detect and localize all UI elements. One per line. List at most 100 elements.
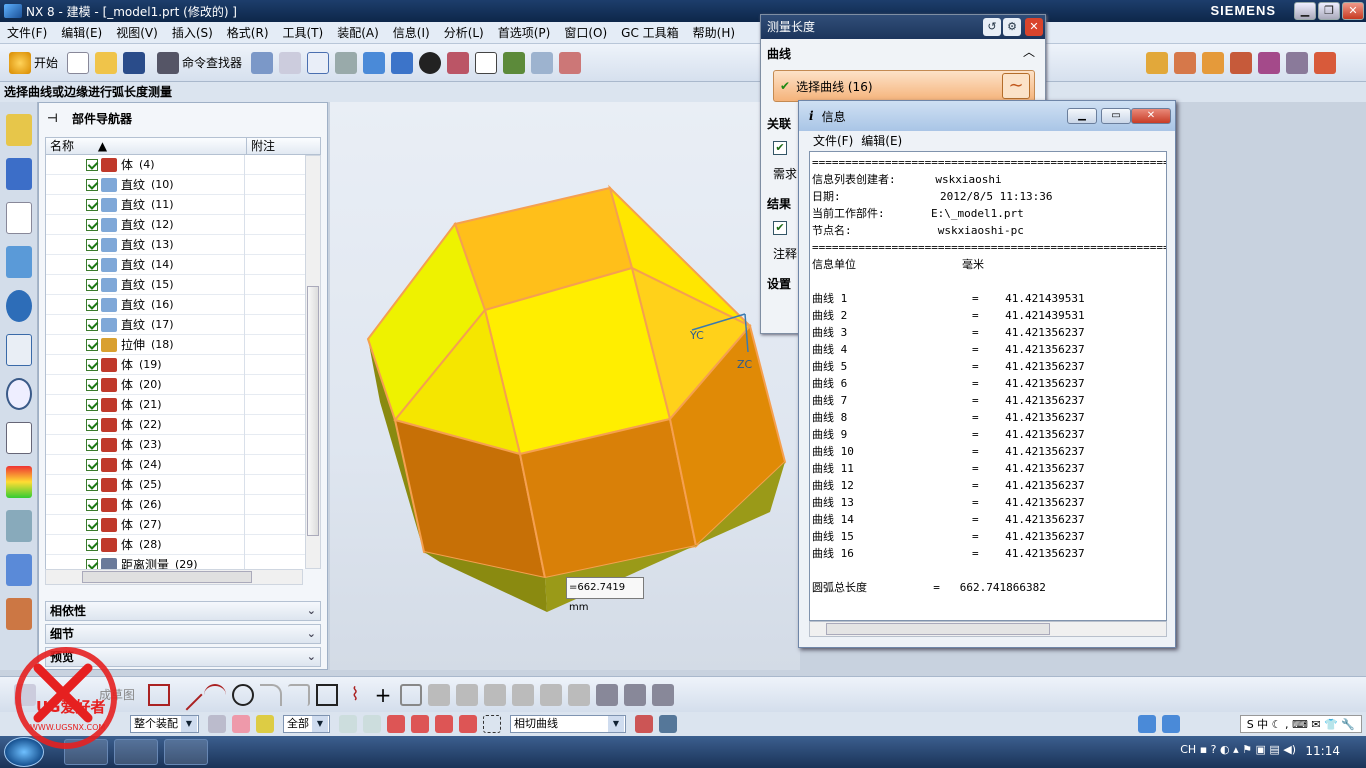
layer-filter-combo[interactable]: 全部 [283,715,330,733]
point-icon[interactable]: + [372,684,394,706]
assembly-navigator-icon[interactable] [5,114,32,146]
tree-row[interactable]: 直纹 (12) [46,215,305,235]
start-button[interactable]: 开始 [0,49,64,77]
follow-fillet-icon[interactable] [659,715,677,733]
pin-icon[interactable]: ⊣ [47,111,58,125]
info-resource-icon[interactable] [5,290,32,322]
minimize-icon[interactable]: ▁ [1294,2,1316,20]
arc-icon[interactable] [204,683,227,706]
assembly-tool-icon-7[interactable] [1314,51,1336,74]
constraint-icon[interactable] [596,683,619,706]
visibility-checkbox[interactable] [86,378,98,391]
vscroll-thumb[interactable] [307,286,319,536]
menu-format[interactable]: 格式(R) [220,24,276,41]
select-body-icon[interactable] [363,715,381,733]
menu-info[interactable]: 信息(I) [386,24,437,41]
background-color-icon[interactable] [475,51,498,74]
visibility-checkbox[interactable] [86,318,98,331]
visibility-checkbox[interactable] [86,358,98,371]
minimize-icon[interactable]: ▁ [1067,108,1097,124]
roles-icon[interactable] [5,554,32,586]
visibility-checkbox[interactable] [86,458,98,471]
panel-dependencies[interactable]: 相依性 ⌄ [45,601,321,621]
tree-row[interactable]: 体 (28) [46,535,305,555]
visibility-checkbox[interactable] [86,398,98,411]
menu-preferences[interactable]: 首选项(P) [491,24,558,41]
info-hscrollbar[interactable] [809,621,1167,637]
select-edge-icon[interactable] [411,715,429,733]
menu-file[interactable]: 文件(F) [0,24,54,41]
save-icon[interactable] [123,51,146,74]
language-indicator[interactable]: CH [1180,743,1196,756]
tree-row[interactable]: 体 (23) [46,435,305,455]
tree-row[interactable]: 体 (22) [46,415,305,435]
visibility-checkbox[interactable] [86,558,98,569]
visibility-checkbox[interactable] [86,338,98,351]
select-face-icon[interactable] [387,715,405,733]
curve-rule-combo[interactable]: 相切曲线 [510,715,626,733]
gear-icon[interactable]: ⚙ [1003,18,1021,36]
tree-row[interactable]: 直纹 (15) [46,275,305,295]
section-settings[interactable]: 设置 [767,275,791,292]
close-icon[interactable]: ✕ [1025,18,1043,36]
section-associative[interactable]: 关联 [767,115,791,132]
visibility-checkbox[interactable] [86,438,98,451]
new-file-icon[interactable] [67,51,90,74]
associative-checkbox[interactable]: ✔ [773,141,787,155]
system-materials-icon[interactable] [5,422,32,454]
tree-row[interactable]: 直纹 (10) [46,175,305,195]
render-style-icon[interactable] [419,51,442,74]
history-icon[interactable] [5,378,32,410]
visibility-checkbox[interactable] [86,418,98,431]
select-curve-button[interactable]: ✔ 选择曲线 (16) ∼ [773,70,1035,102]
visibility-checkbox[interactable] [86,478,98,491]
visibility-checkbox[interactable] [86,238,98,251]
info-toolbar-icon[interactable] [531,51,554,74]
corner-icon[interactable] [484,683,507,706]
menu-window[interactable]: 窗口(O) [557,24,614,41]
tree-row[interactable]: 体 (24) [46,455,305,475]
info-menu-edit[interactable]: 编辑(E) [861,132,910,149]
extend-icon[interactable] [456,683,479,706]
auto-constraint-icon[interactable] [624,683,647,706]
offset-icon[interactable] [512,683,535,706]
tree-row[interactable]: 直纹 (14) [46,255,305,275]
menu-help[interactable]: 帮助(H) [686,24,742,41]
section-view-icon[interactable] [447,51,470,74]
profile-icon[interactable] [148,683,171,706]
menu-analysis[interactable]: 分析(L) [437,24,491,41]
tree-row[interactable]: 体 (20) [46,375,305,395]
dimension-icon[interactable] [568,683,591,706]
open-folder-icon[interactable] [95,51,118,74]
reuse-library-icon[interactable] [5,246,32,278]
navigator-hscrollbar[interactable] [45,569,303,585]
navigator-vscrollbar[interactable] [305,155,321,569]
polyline-icon[interactable]: ⌇ [344,684,366,706]
menu-tools[interactable]: 工具(T) [276,24,331,41]
visibility-checkbox[interactable] [86,518,98,531]
measure-result-label[interactable]: =662.7419 mm [566,577,644,613]
tree-row[interactable]: 直纹 (13) [46,235,305,255]
web-browser-icon[interactable] [5,334,32,366]
trim-icon[interactable] [428,683,451,706]
visibility-checkbox[interactable] [86,198,98,211]
constraint-navigator-icon[interactable] [5,158,32,190]
reset-icon[interactable]: ↺ [983,18,1001,36]
display-constraint-icon[interactable] [652,683,675,706]
snap-point-icon[interactable] [232,715,250,733]
visibility-checkbox[interactable] [86,218,98,231]
menu-view[interactable]: 视图(V) [109,24,165,41]
snap-end-icon[interactable] [256,715,274,733]
close-icon[interactable]: ✕ [1131,108,1171,124]
view-orient-icon[interactable] [335,51,358,74]
column-note-header[interactable]: 附注 [246,138,275,154]
tree-row[interactable]: 体 (26) [46,495,305,515]
graphics-viewport[interactable]: YC ZC [330,102,800,670]
panel-details[interactable]: 细节 ⌄ [45,624,321,644]
assembly-tool-icon-5[interactable] [1258,51,1280,74]
measure-icon[interactable] [559,51,582,74]
circle-icon[interactable] [232,683,255,706]
stop-at-intersection-icon[interactable] [635,715,653,733]
collapse-icon[interactable]: ︿ [1023,43,1035,60]
visibility-checkbox[interactable] [86,278,98,291]
